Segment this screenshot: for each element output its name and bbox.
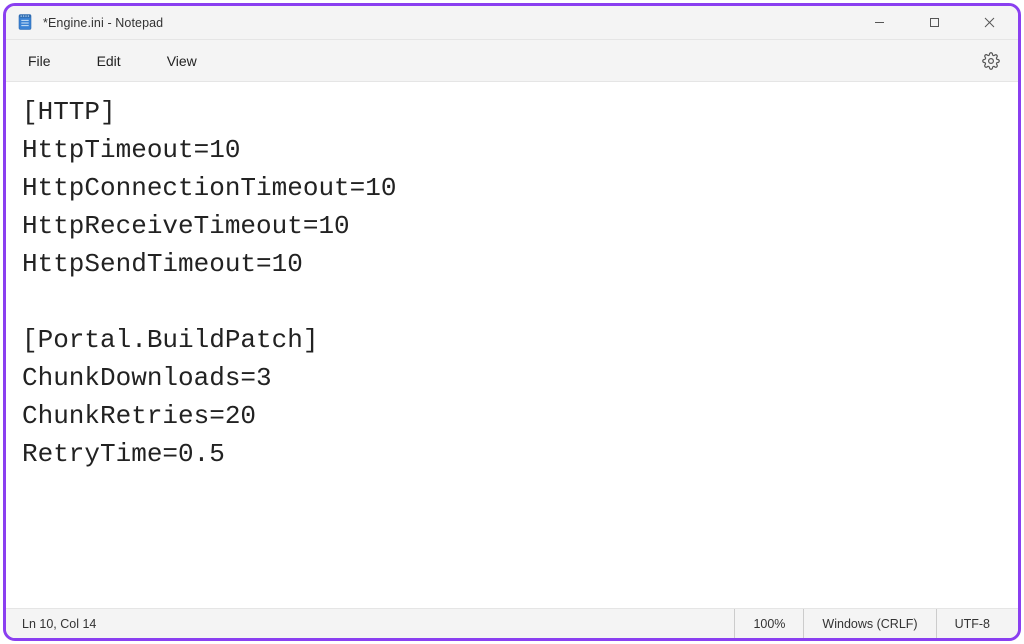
- settings-button[interactable]: [974, 44, 1008, 78]
- maximize-button[interactable]: [911, 7, 957, 39]
- menu-file[interactable]: File: [16, 47, 63, 75]
- status-cursor: Ln 10, Col 14: [16, 617, 316, 631]
- menu-edit[interactable]: Edit: [85, 47, 133, 75]
- status-line-endings[interactable]: Windows (CRLF): [803, 609, 935, 638]
- menu-view[interactable]: View: [155, 47, 209, 75]
- titlebar: *Engine.ini - Notepad: [6, 6, 1018, 40]
- app-window: *Engine.ini - Notepad File Edit View [H: [3, 3, 1021, 641]
- text-editor[interactable]: [HTTP] HttpTimeout=10 HttpConnectionTime…: [6, 82, 1018, 608]
- status-encoding[interactable]: UTF-8: [936, 609, 1008, 638]
- status-zoom[interactable]: 100%: [734, 609, 803, 638]
- gear-icon: [982, 52, 1000, 70]
- document-text: [HTTP] HttpTimeout=10 HttpConnectionTime…: [22, 94, 1002, 474]
- window-title: *Engine.ini - Notepad: [43, 16, 163, 30]
- notepad-icon: [16, 13, 34, 33]
- menubar: File Edit View: [6, 40, 1018, 82]
- statusbar: Ln 10, Col 14 100% Windows (CRLF) UTF-8: [6, 608, 1018, 638]
- minimize-button[interactable]: [856, 7, 902, 39]
- close-button[interactable]: [966, 7, 1012, 39]
